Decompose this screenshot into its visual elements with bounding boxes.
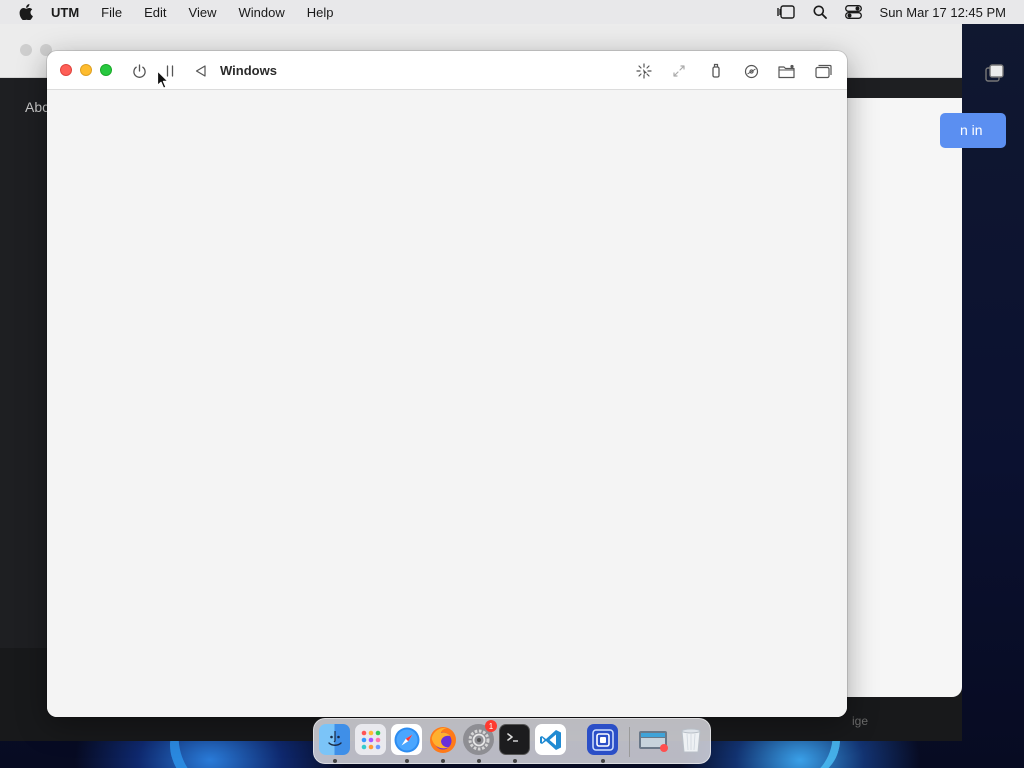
running-indicator [477,759,481,763]
back-icon[interactable] [190,61,210,81]
trash-icon[interactable] [675,724,706,755]
finder-icon[interactable] [319,724,350,755]
menu-app-name[interactable]: UTM [51,5,79,20]
drive-icon[interactable] [741,61,761,81]
menu-edit[interactable]: Edit [144,5,166,20]
vscode-icon[interactable] [535,724,566,755]
windows-icon[interactable] [813,61,833,81]
mouse-cursor-icon [156,70,169,89]
running-indicator [333,759,337,763]
terminal-icon[interactable] [499,724,530,755]
close-button[interactable] [60,64,72,76]
resize-icon[interactable] [669,61,689,81]
window-title: Windows [220,63,277,78]
running-indicator [441,759,445,763]
utm-icon[interactable] [587,724,618,755]
menu-clock[interactable]: Sun Mar 17 12:45 PM [880,5,1006,20]
menu-bar: UTM File Edit View Window Help Sun Mar 1… [0,0,1024,24]
menu-file[interactable]: File [101,5,122,20]
usb-icon[interactable] [706,61,726,81]
menu-bar-extras: Sun Mar 17 12:45 PM [776,0,1006,24]
dock: 1 [313,718,711,764]
vm-display-area[interactable] [47,90,847,717]
menu-help[interactable]: Help [307,5,334,20]
apple-icon[interactable] [19,4,37,20]
running-indicator [405,759,409,763]
bg-close-button[interactable] [20,44,32,56]
preview-icon[interactable] [637,724,671,755]
notification-badge: 1 [485,720,497,732]
background-signin-button[interactable]: n in [940,113,1006,148]
stage-manager-icon[interactable] [776,5,795,19]
firefox-icon[interactable] [427,724,458,755]
minimize-button[interactable] [80,64,92,76]
shared-folder-icon[interactable] [777,61,797,81]
safari-icon[interactable] [391,724,422,755]
running-indicator [601,759,605,763]
background-side-pane [847,98,962,697]
utm-vm-window: Windows [47,51,847,717]
background-about-link[interactable]: Abc [25,99,49,115]
spotlight-search-icon[interactable] [813,5,827,19]
menu-window[interactable]: Window [238,5,284,20]
settings-icon[interactable]: 1 [463,720,497,755]
running-indicator [513,759,517,763]
capture-input-icon[interactable] [634,61,654,81]
launchpad-icon[interactable] [355,724,386,755]
tab-overview-icon[interactable] [985,64,1005,82]
power-icon[interactable] [129,61,149,81]
control-center-icon[interactable] [844,5,862,19]
menu-view[interactable]: View [189,5,217,20]
dock-separator [629,727,630,757]
zoom-button[interactable] [100,64,112,76]
background-footer-text: ige [852,714,869,728]
